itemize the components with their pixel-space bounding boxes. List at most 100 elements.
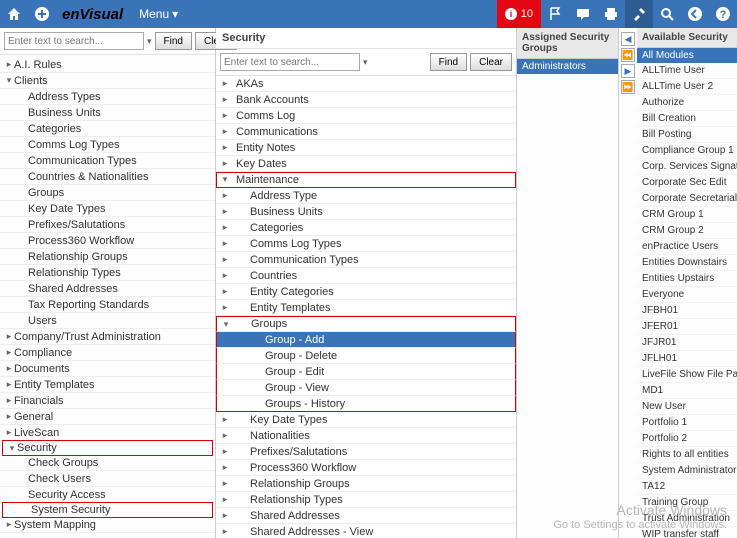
nav-item[interactable]: ▸A.I. Rules (0, 57, 215, 73)
nav-item[interactable]: Check Users (0, 471, 215, 487)
nav-item[interactable]: ▸Financials (0, 393, 215, 409)
nav-item[interactable]: ▸Compliance (0, 345, 215, 361)
nav-item[interactable]: Key Date Types (0, 201, 215, 217)
security-search-input[interactable] (220, 53, 360, 71)
nav-item[interactable]: Address Types (0, 89, 215, 105)
available-item[interactable]: System Administrators (637, 463, 737, 479)
security-item[interactable]: ▸AKAs (216, 76, 516, 92)
nav-item[interactable]: Users (0, 313, 215, 329)
security-item[interactable]: Groups - History (216, 396, 516, 412)
security-item[interactable]: ▸Key Dates (216, 156, 516, 172)
security-item[interactable]: ▸Shared Addresses - View (216, 524, 516, 538)
security-item[interactable]: ▸Entity Categories (216, 284, 516, 300)
available-item[interactable]: Portfolio 1 (637, 415, 737, 431)
available-item[interactable]: Bill Posting (637, 127, 737, 143)
available-item[interactable]: Corporate Secretarial (637, 191, 737, 207)
available-item[interactable]: Training Group (637, 495, 737, 511)
available-item[interactable]: TA12 (637, 479, 737, 495)
search-icon[interactable] (653, 0, 681, 28)
security-item[interactable]: Group - Delete (216, 348, 516, 364)
nav-item[interactable]: Comms Log Types (0, 137, 215, 153)
available-item[interactable]: Bill Creation (637, 111, 737, 127)
back-icon[interactable] (681, 0, 709, 28)
security-find-button[interactable]: Find (430, 53, 467, 71)
print-icon[interactable] (597, 0, 625, 28)
nav-item[interactable]: ▸Entity Templates (0, 377, 215, 393)
available-item[interactable]: ALLTime User 2 (637, 79, 737, 95)
available-item[interactable]: JFER01 (637, 319, 737, 335)
security-item[interactable]: ▸Communications (216, 124, 516, 140)
security-item[interactable]: ▸Relationship Groups (216, 476, 516, 492)
nav-item[interactable]: System Security (2, 502, 213, 518)
available-selected[interactable]: All Modules (637, 48, 737, 63)
security-item[interactable]: ▸Business Units (216, 204, 516, 220)
nav-item[interactable]: ▾Security (2, 440, 213, 456)
nav-find-button[interactable]: Find (155, 32, 192, 50)
security-item[interactable]: ▸Key Date Types (216, 412, 516, 428)
available-item[interactable]: CRM Group 1 (637, 207, 737, 223)
nav-item[interactable]: Communication Types (0, 153, 215, 169)
available-item[interactable]: Everyone (637, 287, 737, 303)
nav-item[interactable]: Check Groups (0, 455, 215, 471)
security-item[interactable]: ▸Communication Types (216, 252, 516, 268)
available-item[interactable]: Rights to all entities (637, 447, 737, 463)
nav-item[interactable]: Groups (0, 185, 215, 201)
available-item[interactable]: Trust Administration (637, 511, 737, 527)
available-item[interactable]: MD1 (637, 383, 737, 399)
security-item[interactable]: ▸Comms Log Types (216, 236, 516, 252)
available-item[interactable]: Authorize (637, 95, 737, 111)
move-left-icon[interactable]: ◀ (621, 32, 635, 46)
available-item[interactable]: New User (637, 399, 737, 415)
security-item[interactable]: ▸Address Type (216, 188, 516, 204)
nav-item[interactable]: Prefixes/Salutations (0, 217, 215, 233)
security-item[interactable]: ▸Countries (216, 268, 516, 284)
home-icon[interactable] (0, 0, 28, 28)
nav-item[interactable]: ▸System Mapping (0, 517, 215, 533)
dropdown-icon[interactable]: ▾ (147, 36, 152, 47)
security-item[interactable]: ▸Shared Addresses (216, 508, 516, 524)
add-icon[interactable] (28, 0, 56, 28)
nav-item[interactable]: ▸Company/Trust Administration (0, 329, 215, 345)
security-item[interactable]: ▸Relationship Types (216, 492, 516, 508)
nav-item[interactable]: ▸Documents (0, 361, 215, 377)
available-item[interactable]: LiveFile Show File Pat (637, 367, 737, 383)
available-item[interactable]: Portfolio 2 (637, 431, 737, 447)
available-item[interactable]: JFBH01 (637, 303, 737, 319)
available-item[interactable]: Corporate Sec Edit (637, 175, 737, 191)
nav-item[interactable]: Tax Reporting Standards (0, 297, 215, 313)
available-item[interactable]: Entities Upstairs (637, 271, 737, 287)
available-item[interactable]: JFJR01 (637, 335, 737, 351)
nav-item[interactable]: Categories (0, 121, 215, 137)
security-item[interactable]: ▸Entity Templates (216, 300, 516, 316)
nav-item[interactable]: Countries & Nationalities (0, 169, 215, 185)
nav-search-input[interactable] (4, 32, 144, 50)
tools-icon[interactable] (625, 0, 653, 28)
flag-icon[interactable] (541, 0, 569, 28)
nav-item[interactable]: Security Access (0, 487, 215, 503)
security-item[interactable]: ▾Maintenance (216, 172, 516, 188)
nav-item[interactable]: ▾Clients (0, 73, 215, 89)
chat-icon[interactable] (569, 0, 597, 28)
available-item[interactable]: CRM Group 2 (637, 223, 737, 239)
security-item[interactable]: ▸Bank Accounts (216, 92, 516, 108)
nav-item[interactable]: Relationship Groups (0, 249, 215, 265)
available-item[interactable]: ALLTime User (637, 63, 737, 79)
nav-item[interactable]: Relationship Types (0, 265, 215, 281)
available-item[interactable]: JFLH01 (637, 351, 737, 367)
nav-item[interactable]: Process360 Workflow (0, 233, 215, 249)
security-item[interactable]: ▸Prefixes/Salutations (216, 444, 516, 460)
nav-item[interactable]: Business Units (0, 105, 215, 121)
alert-button[interactable]: i 10 (497, 0, 541, 28)
security-clear-button[interactable]: Clear (470, 53, 512, 71)
security-item[interactable]: ▾Groups (216, 316, 516, 332)
security-item[interactable]: Group - Edit (216, 364, 516, 380)
security-item[interactable]: ▸Nationalities (216, 428, 516, 444)
available-item[interactable]: Compliance Group 1 (637, 143, 737, 159)
nav-item[interactable]: ▸LiveScan (0, 425, 215, 441)
available-item[interactable]: WIP transfer staff (637, 527, 737, 538)
security-item[interactable]: Group - View (216, 380, 516, 396)
menu-button[interactable]: Menu ▾ (129, 7, 188, 21)
available-item[interactable]: enPractice Users (637, 239, 737, 255)
security-item[interactable]: ▸Process360 Workflow (216, 460, 516, 476)
security-item[interactable]: ▸Categories (216, 220, 516, 236)
